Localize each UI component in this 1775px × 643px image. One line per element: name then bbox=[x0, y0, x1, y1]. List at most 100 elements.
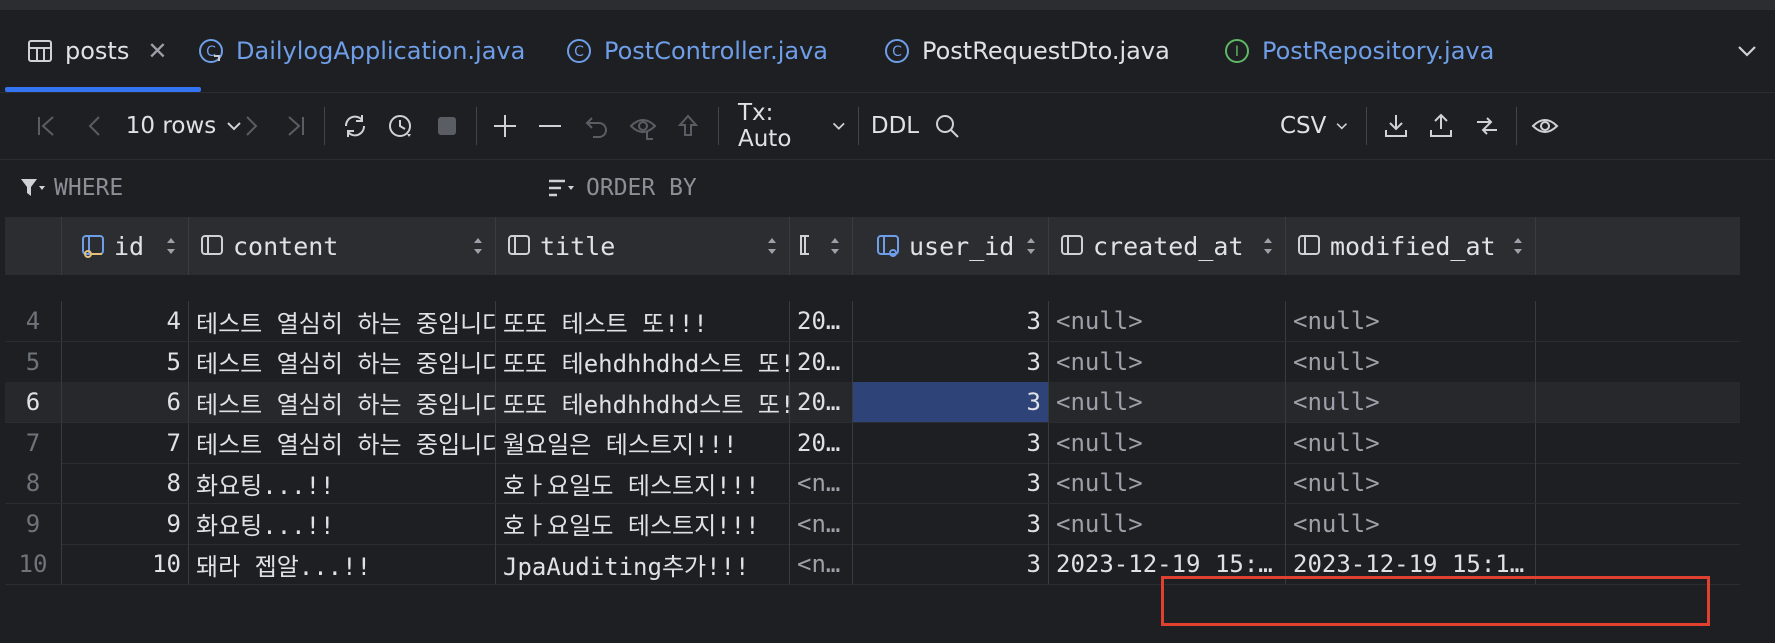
next-page-icon[interactable] bbox=[234, 93, 268, 159]
column-header-title[interactable]: title bbox=[496, 217, 790, 275]
stop-icon[interactable] bbox=[430, 93, 464, 159]
search-icon[interactable] bbox=[930, 93, 964, 159]
column-header-content[interactable]: content bbox=[189, 217, 496, 275]
cell-user-id[interactable]: 3 bbox=[853, 301, 1049, 341]
table-row[interactable]: 9 9 화요팅...!! 호ㅏ요일도 테스트지!!! <n… 3 <null> <null> bbox=[5, 503, 1740, 545]
cell-title[interactable]: 호ㅏ요일도 테스트지!!! bbox=[496, 463, 790, 503]
cell-content[interactable]: 테스트 열심히 하는 중입니다. bbox=[189, 422, 496, 463]
cell-created-at[interactable]: <null> bbox=[1049, 463, 1286, 503]
cell-content[interactable]: 테스트 열심히 하는 중입니다. bbox=[189, 382, 496, 422]
view-icon[interactable] bbox=[1528, 93, 1562, 159]
cell-collapsed[interactable]: 20… bbox=[790, 422, 853, 463]
cell-collapsed[interactable]: 20… bbox=[790, 341, 853, 382]
transaction-mode-select[interactable]: Tx: Auto bbox=[738, 93, 848, 159]
cell-id[interactable]: 4 bbox=[62, 301, 189, 341]
cell-created-at[interactable]: <null> bbox=[1049, 301, 1286, 341]
cell-content[interactable]: 화요팅...!! bbox=[189, 463, 496, 503]
sort-icon[interactable] bbox=[765, 233, 779, 259]
tab-post-repository[interactable]: I PostRepository.java bbox=[1224, 10, 1494, 92]
cell-content[interactable]: 화요팅...!! bbox=[189, 503, 496, 544]
cell-modified-at[interactable]: <null> bbox=[1286, 301, 1536, 341]
cell-user-id[interactable]: 3 bbox=[853, 382, 1049, 422]
sort-icon[interactable] bbox=[1024, 233, 1038, 259]
cell-user-id[interactable]: 3 bbox=[853, 463, 1049, 503]
cell-title[interactable]: 또또 테ehdhhdhd스트 또!! bbox=[496, 382, 790, 422]
cell-modified-at[interactable]: <null> bbox=[1286, 382, 1536, 422]
cell-id[interactable]: 8 bbox=[62, 463, 189, 503]
cell-modified-at[interactable]: <null> bbox=[1286, 503, 1536, 544]
tab-posts[interactable]: posts ✕ bbox=[27, 10, 167, 92]
cell-created-at[interactable]: <null> bbox=[1049, 341, 1286, 382]
sort-icon[interactable] bbox=[471, 233, 485, 259]
cell-user-id[interactable]: 3 bbox=[853, 544, 1049, 584]
submit-icon[interactable] bbox=[671, 93, 705, 159]
column-header-user-id[interactable]: user_id bbox=[853, 217, 1049, 275]
cell-id[interactable]: 5 bbox=[62, 341, 189, 382]
export-format-select[interactable]: CSV bbox=[1280, 93, 1350, 159]
ddl-button[interactable]: DDL bbox=[871, 93, 919, 159]
cell-title[interactable]: JpaAuditing추가!!! bbox=[496, 544, 790, 584]
column-header-id[interactable]: id bbox=[62, 217, 189, 275]
cell-collapsed[interactable]: 20… bbox=[790, 301, 853, 341]
sort-icon[interactable] bbox=[828, 233, 842, 259]
sort-icon[interactable] bbox=[164, 233, 178, 259]
tab-post-request-dto[interactable]: C PostRequestDto.java bbox=[884, 10, 1170, 92]
last-page-icon[interactable] bbox=[278, 93, 312, 159]
add-row-icon[interactable] bbox=[488, 93, 522, 159]
column-header-modified-at[interactable]: modified_at bbox=[1286, 217, 1536, 275]
cell-collapsed[interactable]: <n… bbox=[790, 463, 853, 503]
cell-title[interactable]: 또또 테스트 또!!! bbox=[496, 301, 790, 341]
column-icon bbox=[508, 235, 530, 255]
rows-per-page-select[interactable]: 10 rows bbox=[120, 93, 250, 159]
sort-icon[interactable] bbox=[1511, 233, 1525, 259]
cell-user-id[interactable]: 3 bbox=[853, 422, 1049, 463]
table-row[interactable]: 4 4 테스트 열심히 하는 중입니다. 또또 테스트 또!!! 20… 3 <null> <… bbox=[5, 301, 1740, 342]
table-row[interactable]: 8 8 화요팅...!! 호ㅏ요일도 테스트지!!! <n… 3 <null> <null> bbox=[5, 463, 1740, 504]
previous-page-icon[interactable] bbox=[78, 93, 112, 159]
compare-icon[interactable] bbox=[1470, 93, 1504, 159]
download-icon[interactable] bbox=[1379, 93, 1413, 159]
close-icon[interactable]: ✕ bbox=[147, 37, 167, 65]
cell-user-id[interactable]: 3 bbox=[853, 341, 1049, 382]
cell-modified-at[interactable]: <null> bbox=[1286, 463, 1536, 503]
cell-id[interactable]: 7 bbox=[62, 422, 189, 463]
column-header-collapsed[interactable] bbox=[790, 217, 853, 275]
cell-collapsed[interactable]: <n… bbox=[790, 544, 853, 584]
window-top-strip bbox=[0, 0, 1775, 10]
cell-collapsed[interactable]: <n… bbox=[790, 503, 853, 544]
cell-user-id[interactable]: 3 bbox=[853, 503, 1049, 544]
cell-modified-at[interactable]: <null> bbox=[1286, 422, 1536, 463]
cell-title[interactable]: 또또 테ehdhhdhd스트 또!! bbox=[496, 341, 790, 382]
where-filter[interactable]: WHERE bbox=[18, 160, 123, 216]
revert-icon[interactable] bbox=[580, 93, 614, 159]
cell-content[interactable]: 돼라 젭알...!! bbox=[189, 544, 496, 584]
cell-collapsed[interactable]: 20… bbox=[790, 382, 853, 422]
cell-content[interactable]: 테스트 열심히 하는 중입니다. bbox=[189, 301, 496, 341]
preview-changes-icon[interactable] bbox=[626, 93, 660, 159]
order-by-filter[interactable]: ORDER BY bbox=[546, 160, 697, 216]
tab-post-controller[interactable]: C PostController.java bbox=[566, 10, 828, 92]
cell-created-at[interactable]: <null> bbox=[1049, 503, 1286, 544]
highlight-annotation-box bbox=[1161, 576, 1710, 626]
tab-dailylog-application[interactable]: C DailylogApplication.java bbox=[198, 10, 525, 92]
cell-id[interactable]: 9 bbox=[62, 503, 189, 544]
first-page-icon[interactable] bbox=[30, 93, 64, 159]
refresh-icon[interactable] bbox=[338, 93, 372, 159]
cell-modified-at[interactable]: <null> bbox=[1286, 341, 1536, 382]
delete-row-icon[interactable] bbox=[533, 93, 567, 159]
upload-icon[interactable] bbox=[1424, 93, 1458, 159]
cell-id[interactable]: 6 bbox=[62, 382, 189, 422]
cell-title[interactable]: 월요일은 테스트지!!! bbox=[496, 422, 790, 463]
cell-created-at[interactable]: <null> bbox=[1049, 382, 1286, 422]
column-header-created-at[interactable]: created_at bbox=[1049, 217, 1286, 275]
cell-content[interactable]: 테스트 열심히 하는 중입니다. bbox=[189, 341, 496, 382]
sort-icon[interactable] bbox=[1261, 233, 1275, 259]
table-row[interactable]: 5 5 테스트 열심히 하는 중입니다. 또또 테ehdhhdhd스트 또!! 20… 3… bbox=[5, 341, 1740, 383]
table-row[interactable]: 7 7 테스트 열심히 하는 중입니다. 월요일은 테스트지!!! 20… 3 <null>… bbox=[5, 422, 1740, 464]
table-row[interactable]: 6 6 테스트 열심히 하는 중입니다. 또또 테ehdhhdhd스트 또!! 20… 3… bbox=[5, 382, 1740, 423]
chevron-down-icon[interactable] bbox=[1733, 37, 1761, 65]
cell-id[interactable]: 10 bbox=[62, 544, 189, 584]
cell-title[interactable]: 호ㅏ요일도 테스트지!!! bbox=[496, 503, 790, 544]
cell-created-at[interactable]: <null> bbox=[1049, 422, 1286, 463]
history-icon[interactable] bbox=[384, 93, 418, 159]
